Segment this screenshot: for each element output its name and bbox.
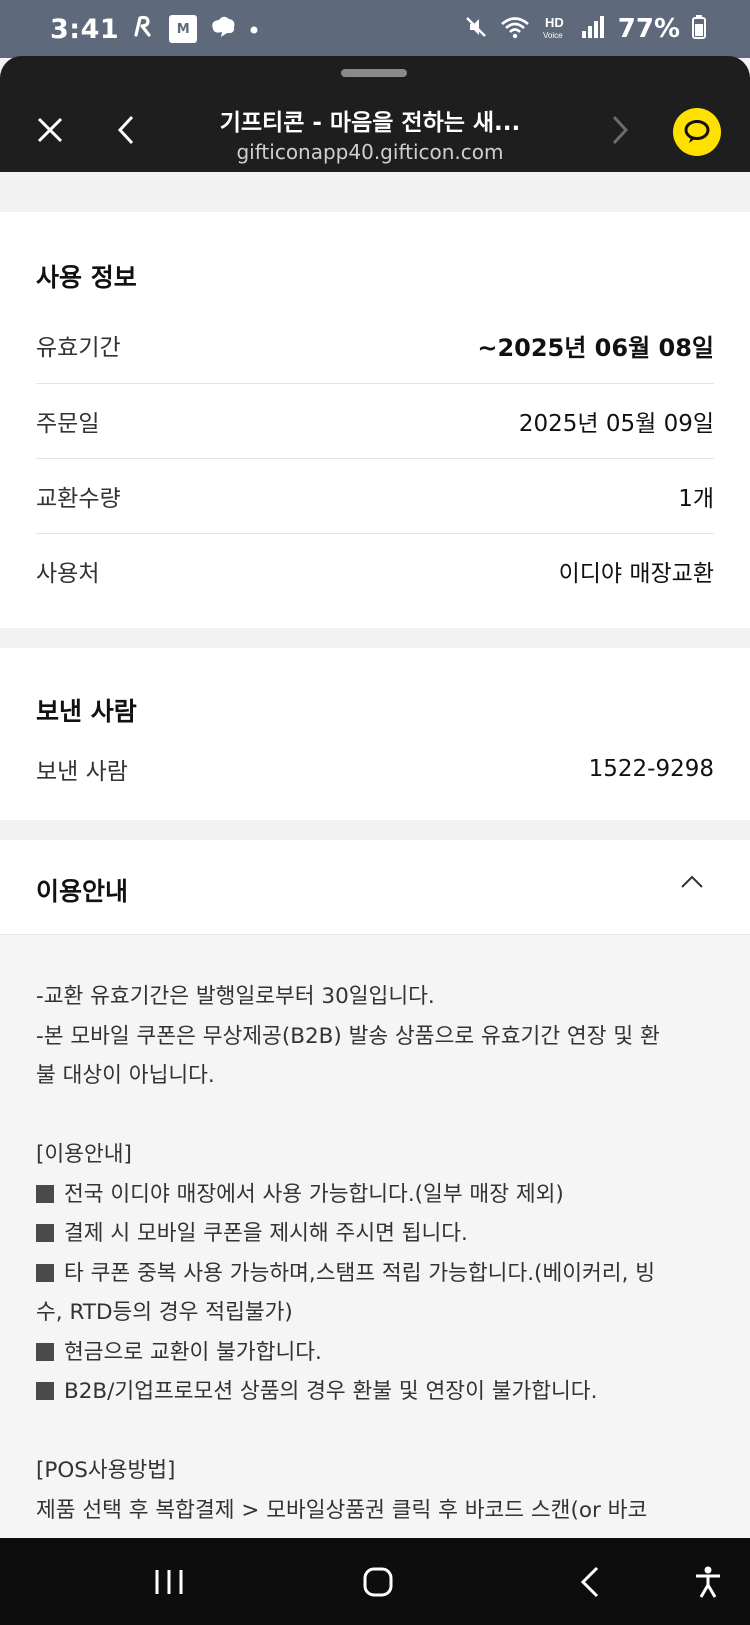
r-app-icon xyxy=(131,13,157,45)
svg-text:Voice: Voice xyxy=(543,31,563,40)
square-bullet-icon xyxy=(36,1224,54,1242)
in-app-browser-header: 기프티콘 - 마음을 전하는 새... gifticonapp40.giftic… xyxy=(0,56,750,172)
guide-line: -교환 유효기간은 발행일로부터 30일입니다. xyxy=(36,984,435,1009)
guide-line: [이용안내] xyxy=(36,1142,132,1167)
usage-info-card: 사용 정보 유효기간 ~2025년 06월 08일 주문일 2025년 05월 … xyxy=(0,212,750,628)
guide-content: -교환 유효기간은 발행일로부터 30일입니다. -본 모바일 쿠폰은 무상제공… xyxy=(0,934,750,1539)
info-value: 2025년 05월 09일 xyxy=(518,411,714,437)
info-label: 주문일 xyxy=(36,411,100,437)
status-bar-right: HD Voice 77% xyxy=(464,14,706,44)
chat-cloud-icon xyxy=(209,15,237,43)
sender-label: 보낸 사람 xyxy=(36,759,128,785)
square-bullet-icon xyxy=(36,1342,54,1361)
sender-title: 보낸 사람 xyxy=(36,697,137,726)
close-button[interactable] xyxy=(28,108,72,152)
info-row-quantity: 교환수량 1개 xyxy=(36,459,714,533)
guide-line-text: 타 쿠폰 중복 사용 가능하며,스탬프 적립 가능합니다.(베이커리, 빙 xyxy=(64,1260,656,1286)
square-bullet-icon xyxy=(36,1184,54,1203)
guide-line-text: 현금으로 교환이 불가합니다. xyxy=(64,1339,322,1365)
info-label: 유효기간 xyxy=(36,335,121,361)
sender-row: 보낸 사람 1522-9298 xyxy=(36,732,714,806)
guide-line-text: B2B/기업프로모션 상품의 경우 환불 및 연장이 불가합니다. xyxy=(64,1379,598,1404)
info-value: 이디야 매장교환 xyxy=(558,561,714,587)
mute-icon xyxy=(464,15,488,43)
wifi-icon xyxy=(500,15,530,43)
info-value: ~2025년 06월 08일 xyxy=(477,333,714,362)
back-arrow-icon xyxy=(580,1566,599,1598)
recent-apps-icon xyxy=(155,1570,183,1594)
page-title: 기프티콘 - 마음을 전하는 새... xyxy=(219,110,521,136)
info-row-store: 사용처 이디야 매장교환 xyxy=(36,534,714,608)
square-bullet-icon xyxy=(36,1263,54,1282)
guide-title: 이용안내 xyxy=(36,877,129,906)
home-button[interactable] xyxy=(354,1558,402,1606)
status-bar: 3:41 M HD Voice 77% xyxy=(0,0,750,58)
guide-line: 제품 선택 후 복합결제 > 모바일상품권 클릭 후 바코드 스캔(or 바코 xyxy=(36,1497,648,1523)
guide-line: 불 대상이 아닙니다. xyxy=(36,1063,215,1088)
page-url: gifticonapp40.gifticon.com xyxy=(236,140,504,164)
sender-card: 보낸 사람 보낸 사람 1522-9298 xyxy=(0,648,750,820)
kakaotalk-button[interactable] xyxy=(673,108,721,156)
info-row-order-date: 주문일 2025년 05월 09일 xyxy=(36,384,714,458)
status-time: 3:41 xyxy=(50,13,120,45)
info-label: 교환수량 xyxy=(36,486,121,512)
recent-apps-button[interactable] xyxy=(145,1558,193,1606)
guide-bullet-line: B2B/기업프로모션 상품의 경우 환불 및 연장이 불가합니다. xyxy=(36,1372,714,1412)
chevron-right-icon xyxy=(612,115,629,145)
battery-charging-icon xyxy=(692,15,706,43)
info-label: 사용처 xyxy=(36,561,100,587)
status-bar-left: 3:41 M xyxy=(50,13,259,45)
speech-bubble-icon xyxy=(684,120,710,143)
close-icon xyxy=(37,117,63,143)
guide-header[interactable]: 이용안내 xyxy=(0,840,750,934)
guide-line: 수, RTD등의 경우 적립불가) xyxy=(36,1300,293,1325)
hd-voice-icon: HD Voice xyxy=(542,14,568,44)
guide-bullet-line: 타 쿠폰 중복 사용 가능하며,스탬프 적립 가능합니다.(베이커리, 빙 xyxy=(36,1254,714,1294)
svg-text:HD: HD xyxy=(545,15,564,30)
mstock-icon: M xyxy=(169,15,198,43)
sender-value: 1522-9298 xyxy=(588,756,714,782)
guide-line-text: 전국 이디야 매장에서 사용 가능합니다.(일부 매장 제외) xyxy=(64,1181,564,1207)
guide-line: [POS사용방법] xyxy=(36,1458,176,1483)
drag-handle[interactable] xyxy=(341,69,407,77)
back-nav-button[interactable] xyxy=(566,1558,614,1606)
signal-icon xyxy=(580,15,606,43)
info-value: 1개 xyxy=(678,486,714,512)
chevron-left-icon xyxy=(117,115,134,145)
usage-info-title: 사용 정보 xyxy=(36,263,137,292)
info-row-expiry: 유효기간 ~2025년 06월 08일 xyxy=(36,308,714,382)
guide-line: -본 모바일 쿠폰은 무상제공(B2B) 발송 상품으로 유효기간 연장 및 환 xyxy=(36,1023,660,1049)
accessibility-icon xyxy=(696,1566,720,1598)
back-button[interactable] xyxy=(104,108,148,152)
navigation-bar xyxy=(0,1538,750,1625)
guide-bullet-line: 전국 이디야 매장에서 사용 가능합니다.(일부 매장 제외) xyxy=(36,1175,714,1215)
guide-bullet-line: 결제 시 모바일 쿠폰을 제시해 주시면 됩니다. xyxy=(36,1214,714,1254)
dot-icon xyxy=(249,20,259,39)
battery-percent: 77% xyxy=(617,14,680,44)
chevron-up-icon[interactable] xyxy=(680,874,704,894)
guide-line-text: 결제 시 모바일 쿠폰을 제시해 주시면 됩니다. xyxy=(64,1221,468,1246)
square-bullet-icon xyxy=(36,1382,54,1400)
guide-bullet-line: 현금으로 교환이 불가합니다. xyxy=(36,1333,714,1373)
forward-button[interactable] xyxy=(598,108,642,152)
accessibility-button[interactable] xyxy=(684,1558,732,1606)
home-icon xyxy=(363,1567,393,1597)
